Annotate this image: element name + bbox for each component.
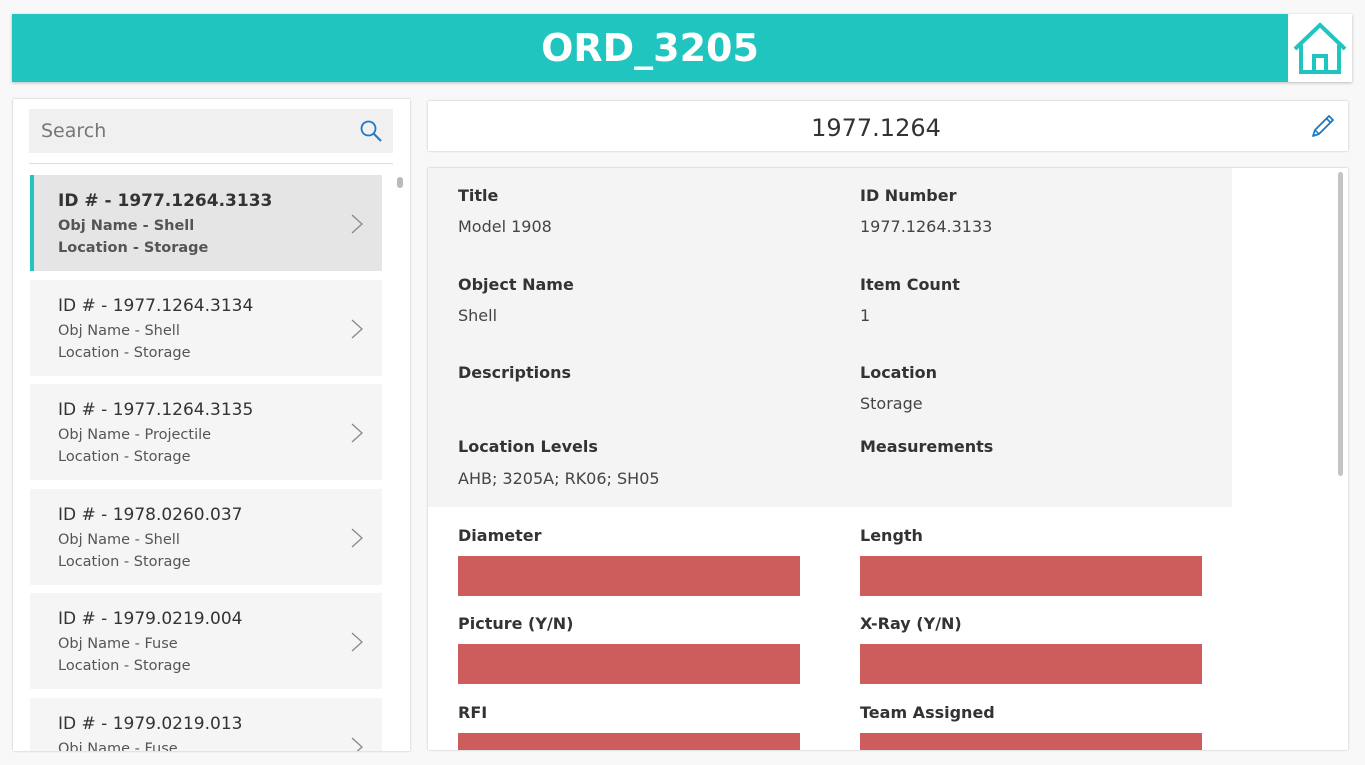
list-item-obj-name: Obj Name - Projectile — [58, 427, 212, 443]
chevron-right-icon — [351, 423, 363, 443]
title-label: Title — [458, 186, 499, 205]
id-number-label: ID Number — [860, 186, 957, 205]
rfi-label: RFI — [458, 703, 488, 722]
list-item-obj-name: Obj Name - Shell — [58, 531, 180, 548]
list-item-id: ID # - 1977.1264.3134 — [58, 295, 254, 316]
list-item-obj-name: Obj Name - Shell — [58, 218, 195, 234]
rfi-input[interactable] — [458, 733, 800, 750]
app-header: ORD_3205 — [12, 14, 1352, 82]
team-assigned-label: Team Assigned — [860, 703, 995, 722]
location-levels-value: AHB; 3205A; RK06; SH05 — [458, 469, 660, 488]
list-item-id: ID # - 1978.0260.037 — [58, 504, 243, 525]
item-count-label: Item Count — [860, 275, 960, 294]
location-levels-label: Location Levels — [458, 437, 598, 456]
info-block: Title Model 1908 ID Number 1977.1264.313… — [428, 168, 1232, 507]
search-input[interactable] — [29, 109, 349, 153]
chevron-right-icon — [351, 214, 363, 234]
diameter-label: Diameter — [458, 526, 542, 545]
detail-scrollbar[interactable] — [1338, 172, 1343, 476]
chevron-right-icon — [351, 737, 363, 751]
chevron-right-icon — [351, 319, 363, 338]
xray-label: X-Ray (Y/N) — [860, 614, 962, 633]
length-label: Length — [860, 526, 923, 545]
object-name-value: Shell — [458, 306, 498, 325]
item-count-value: 1 — [860, 306, 871, 325]
search-icon[interactable] — [359, 119, 383, 143]
chevron-right-icon — [351, 528, 363, 547]
list-item-obj-name: Obj Name - Fuse — [58, 636, 178, 652]
home-icon — [1293, 22, 1347, 74]
title-value: Model 1908 — [458, 217, 552, 236]
list-item[interactable]: ID # - 1977.1264.3135 Obj Name - Project… — [30, 384, 382, 480]
detail-form: Title Model 1908 ID Number 1977.1264.313… — [428, 168, 1348, 750]
list-item-id: ID # - 1977.1264.3135 — [58, 400, 254, 420]
id-number-value: 1977.1264.3133 — [860, 217, 993, 236]
location-value: Storage — [860, 394, 923, 413]
object-name-label: Object Name — [458, 275, 574, 294]
detail-title: 1977.1264 — [811, 114, 941, 142]
chevron-right-icon — [351, 632, 363, 652]
list-item[interactable]: ID # - 1979.0219.004 Obj Name - Fuse Loc… — [30, 593, 382, 689]
list-item[interactable]: ID # - 1977.1264.3133 Obj Name - Shell L… — [30, 175, 382, 271]
list-item[interactable]: ID # - 1978.0260.037 Obj Name - Shell Lo… — [30, 488, 382, 585]
list-item-location: Location - Storage — [58, 240, 209, 256]
diameter-input[interactable] — [458, 556, 800, 596]
list-item[interactable]: ID # - 1977.1264.3134 Obj Name - Shell L… — [30, 279, 382, 376]
list-item-location: Location - Storage — [58, 658, 191, 674]
list-item[interactable]: ID # - 1979.0219.013 Obj Name - Fuse — [30, 697, 382, 752]
page-title: ORD_3205 — [541, 26, 759, 70]
divider — [29, 163, 393, 164]
edit-pencil-icon[interactable] — [1310, 113, 1336, 139]
item-list: ID # - 1977.1264.3133 Obj Name - Shell L… — [30, 175, 382, 751]
list-item-location: Location - Storage — [58, 449, 191, 465]
xray-input[interactable] — [860, 644, 1202, 684]
descriptions-label: Descriptions — [458, 363, 572, 382]
list-item-id: ID # - 1977.1264.3133 — [58, 191, 273, 211]
list-item-obj-name: Obj Name - Fuse — [58, 740, 178, 752]
picture-label: Picture (Y/N) — [458, 614, 574, 633]
list-item-location: Location - Storage — [58, 553, 191, 570]
list-item-id: ID # - 1979.0219.013 — [58, 713, 243, 734]
list-item-obj-name: Obj Name - Shell — [58, 322, 180, 339]
list-item-id: ID # - 1979.0219.004 — [58, 609, 243, 629]
picture-input[interactable] — [458, 644, 800, 684]
measurements-label: Measurements — [860, 437, 994, 456]
item-list-panel: ID # - 1977.1264.3133 Obj Name - Shell L… — [13, 99, 410, 751]
length-input[interactable] — [860, 556, 1202, 596]
team-assigned-input[interactable] — [860, 733, 1202, 750]
location-label: Location — [860, 363, 937, 382]
detail-header: 1977.1264 — [428, 101, 1348, 151]
home-button[interactable] — [1288, 14, 1352, 82]
list-scrollbar[interactable] — [397, 177, 403, 188]
search-box — [29, 109, 393, 153]
list-item-location: Location - Storage — [58, 344, 191, 361]
